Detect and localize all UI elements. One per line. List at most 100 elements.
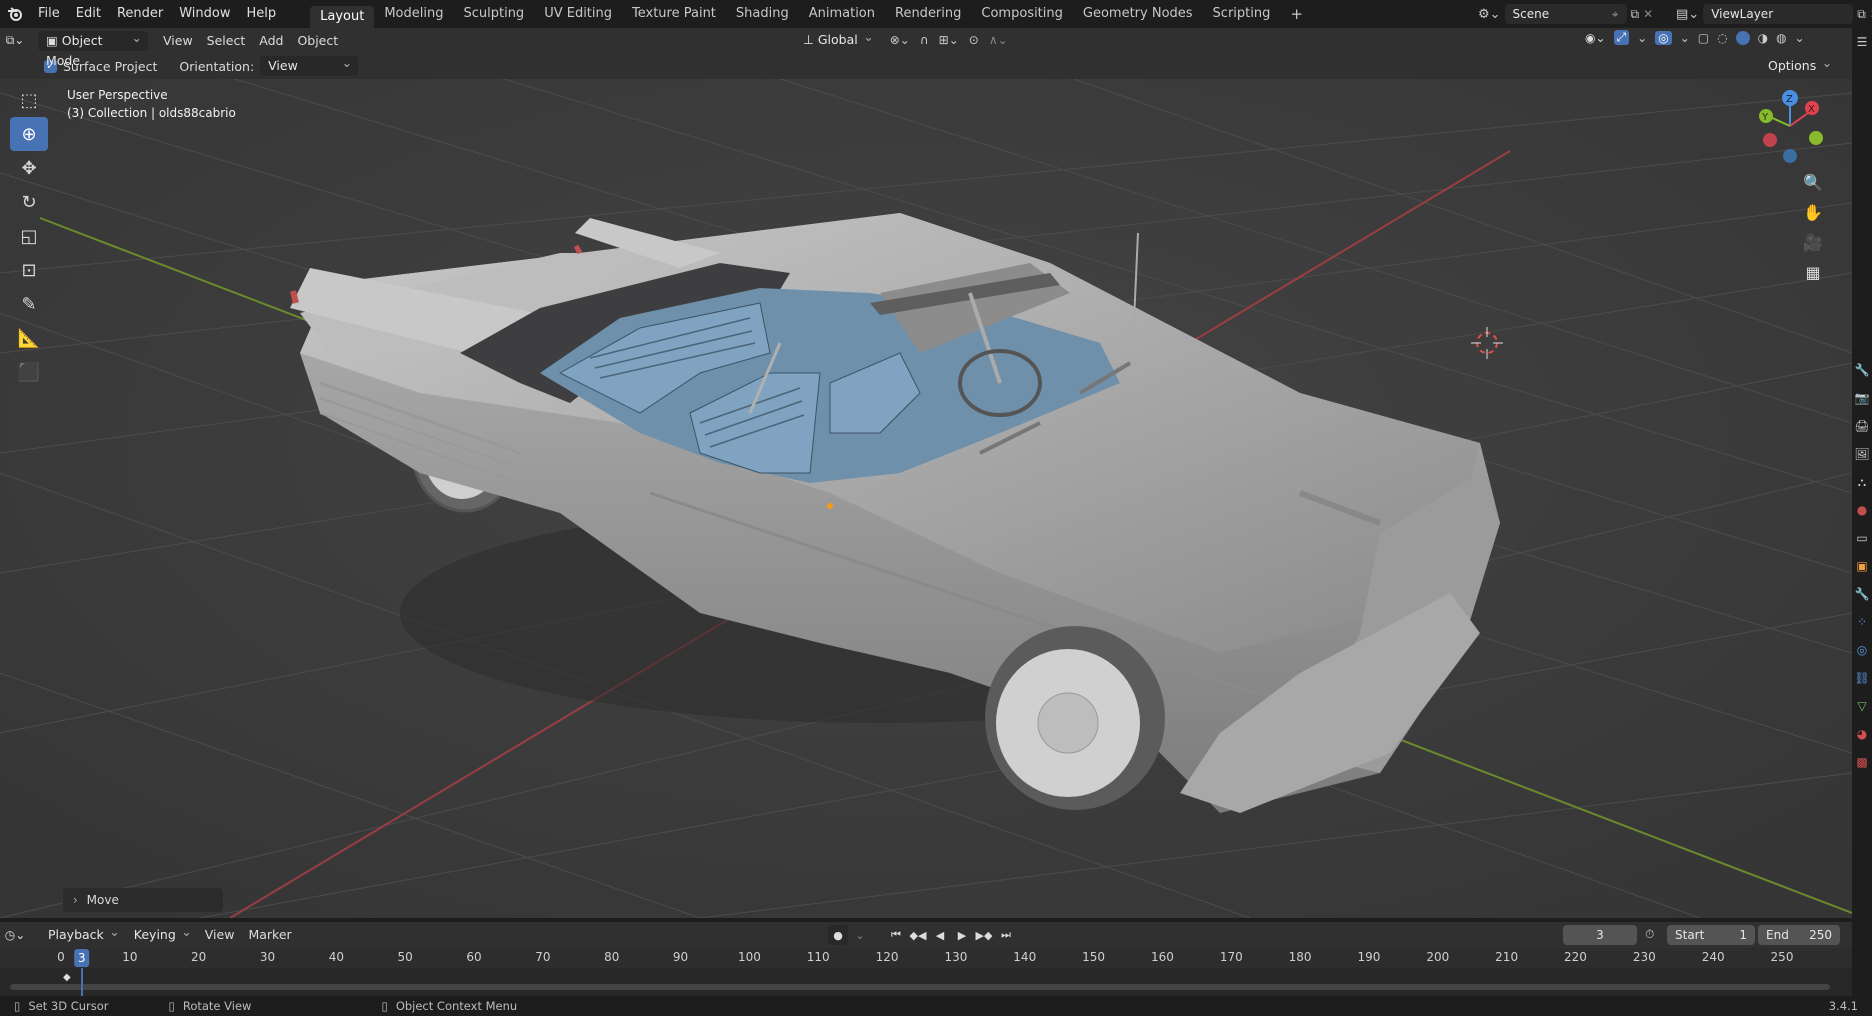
move-tool-icon[interactable]: ✥ [10,151,48,185]
preview-range-icon[interactable]: ⏱ [1645,927,1654,942]
material-shading-icon[interactable]: ◑ [1758,31,1768,45]
camera-view-icon[interactable]: 🎥 [1798,227,1828,257]
menu-object[interactable]: Object [290,31,345,51]
proportional-edit-icon[interactable]: ⊙ [969,33,979,47]
tab-uv-editing[interactable]: UV Editing [534,3,622,25]
new-scene-icon[interactable]: ⧉ [1631,7,1640,22]
blender-logo-icon[interactable] [0,0,30,28]
tab-layout[interactable]: Layout [310,6,375,28]
perspective-toggle-icon[interactable]: ▦ [1798,257,1828,287]
orientation-dropdown[interactable]: View [260,53,359,76]
tab-animation[interactable]: Animation [799,3,885,25]
menu-select[interactable]: Select [200,31,253,51]
particles-tab-icon[interactable]: ⁘ [1852,608,1872,636]
jump-end-icon[interactable]: ⏭ [996,925,1016,945]
world-tab-icon[interactable]: ● [1852,496,1872,524]
tab-modeling[interactable]: Modeling [374,3,453,25]
annotate-tool-icon[interactable]: ✎ [10,287,48,321]
menu-edit[interactable]: Edit [68,0,109,28]
wireframe-shading-icon[interactable]: ◌ [1717,31,1727,45]
tab-shading[interactable]: Shading [726,3,799,25]
current-frame-field[interactable]: 3 [1563,925,1637,945]
view-layer-field[interactable]: ViewLayer [1703,4,1854,24]
outliner-toggle-icon[interactable]: ☰ [1852,28,1872,56]
start-frame-field[interactable]: Start 1 [1667,925,1755,945]
snap-target-icon[interactable]: ⊞⌄ [939,33,959,47]
falloff-icon[interactable]: ∧⌄ [989,33,1008,47]
marker-menu[interactable]: Marker [241,925,298,945]
collection-tab-icon[interactable]: ▭ [1852,524,1872,552]
menu-add[interactable]: Add [252,31,290,51]
prev-keyframe-icon[interactable]: ◆◀ [908,925,928,945]
tab-geometry-nodes[interactable]: Geometry Nodes [1073,3,1203,25]
autokey-dropdown-icon[interactable]: ⌄ [850,925,870,945]
playhead[interactable]: 3 [73,949,90,967]
menu-window[interactable]: Window [171,0,238,28]
navigation-gizmo[interactable]: Z X Y [1750,86,1830,166]
solid-shading-icon[interactable] [1735,30,1750,45]
tab-texture-paint[interactable]: Texture Paint [622,3,726,25]
3d-viewport[interactable]: ✓ Surface Project Orientation: View Opti… [0,53,1852,918]
scene-name-field[interactable]: Scene ⌖ [1504,4,1627,24]
zoom-icon[interactable]: 🔍 [1798,167,1828,197]
scene-tab-icon[interactable]: ⛬ [1852,468,1872,496]
gizmo-dropdown-icon[interactable]: ⌄ [1637,31,1647,45]
end-frame-field[interactable]: End 250 [1758,925,1840,945]
scale-tool-icon[interactable]: ◱ [10,219,48,253]
play-icon[interactable]: ▶ [952,925,972,945]
menu-view[interactable]: View [156,31,200,51]
overlay-toggle-icon[interactable]: ◎ [1655,30,1672,45]
add-workspace-button[interactable]: + [1280,3,1313,25]
tab-rendering[interactable]: Rendering [885,3,971,25]
shading-dropdown-icon[interactable]: ⌄ [1795,31,1805,45]
select-box-icon[interactable]: ⬚ [10,83,48,117]
last-operator-panel[interactable]: › Move [63,888,223,912]
render-tab-icon[interactable]: 📷 [1852,384,1872,412]
overlay-dropdown-icon[interactable]: ⌄ [1680,31,1690,45]
output-tab-icon[interactable]: 🖨 [1852,412,1872,440]
new-view-layer-icon[interactable]: ⧉ [1857,7,1866,22]
play-reverse-icon[interactable]: ◀ [930,925,950,945]
constraints-tab-icon[interactable]: ⛓ [1852,664,1872,692]
transform-orientation-dropdown[interactable]: ⊥ Global [795,27,880,50]
tool-tab-icon[interactable]: 🔧 [1852,356,1872,384]
measure-tool-icon[interactable]: 📐 [10,321,48,355]
material-tab-icon[interactable]: ◕ [1852,720,1872,748]
timeline-area[interactable]: 0 10 20 30 40 50 60 70 80 90 100 110 120 130 140 150 160… [0,948,1852,1000]
editor-type-icon[interactable]: ⧉⌄ [0,33,30,48]
options-dropdown[interactable]: Options [1760,53,1838,76]
pan-hand-icon[interactable]: ✋ [1798,197,1828,227]
tab-compositing[interactable]: Compositing [971,3,1073,25]
next-keyframe-icon[interactable]: ▶◆ [974,925,994,945]
snap-magnet-icon[interactable]: ∩ [920,33,929,47]
mode-dropdown[interactable]: ▣ Object Mode [38,28,148,68]
pin-icon[interactable]: ⌖ [1612,4,1619,24]
object-tab-icon[interactable]: ▣ [1852,552,1872,580]
pivot-point-icon[interactable]: ⊗⌄ [890,33,910,47]
frame-ruler[interactable]: 0 10 20 30 40 50 60 70 80 90 100 110 120 130 140 150 160… [0,948,1852,968]
view-layer-tab-icon[interactable]: 🖼 [1852,440,1872,468]
modifier-tab-icon[interactable]: 🔧 [1852,580,1872,608]
xray-toggle-icon[interactable]: ▢ [1698,31,1709,45]
timeline-editor-icon[interactable]: ◷⌄ [0,928,30,942]
tab-sculpting[interactable]: Sculpting [453,3,534,25]
keyframe-diamond[interactable]: ◆ [63,972,71,983]
timeline-view-menu[interactable]: View [198,925,242,945]
menu-render[interactable]: Render [109,0,171,28]
delete-scene-icon[interactable]: ✕ [1643,7,1653,21]
keying-menu[interactable]: Keying [126,922,198,945]
menu-help[interactable]: Help [239,0,285,28]
record-icon[interactable]: ● [828,925,848,945]
texture-tab-icon[interactable]: ▩ [1852,748,1872,776]
physics-tab-icon[interactable]: ◎ [1852,636,1872,664]
scene-selector-icon[interactable]: ⚙⌄ [1478,7,1501,22]
playback-menu[interactable]: Playback [40,922,126,945]
transform-tool-icon[interactable]: ⊡ [10,253,48,287]
rendered-shading-icon[interactable]: ◍ [1776,31,1786,45]
jump-start-icon[interactable]: ⏮ [886,925,906,945]
viewport-scene[interactable] [0,53,1852,918]
gizmo-toggle-icon[interactable]: ⤢ [1613,30,1630,45]
data-tab-icon[interactable]: ▽ [1852,692,1872,720]
cursor-tool-icon[interactable]: ⊕ [10,117,48,151]
tab-scripting[interactable]: Scripting [1203,3,1281,25]
